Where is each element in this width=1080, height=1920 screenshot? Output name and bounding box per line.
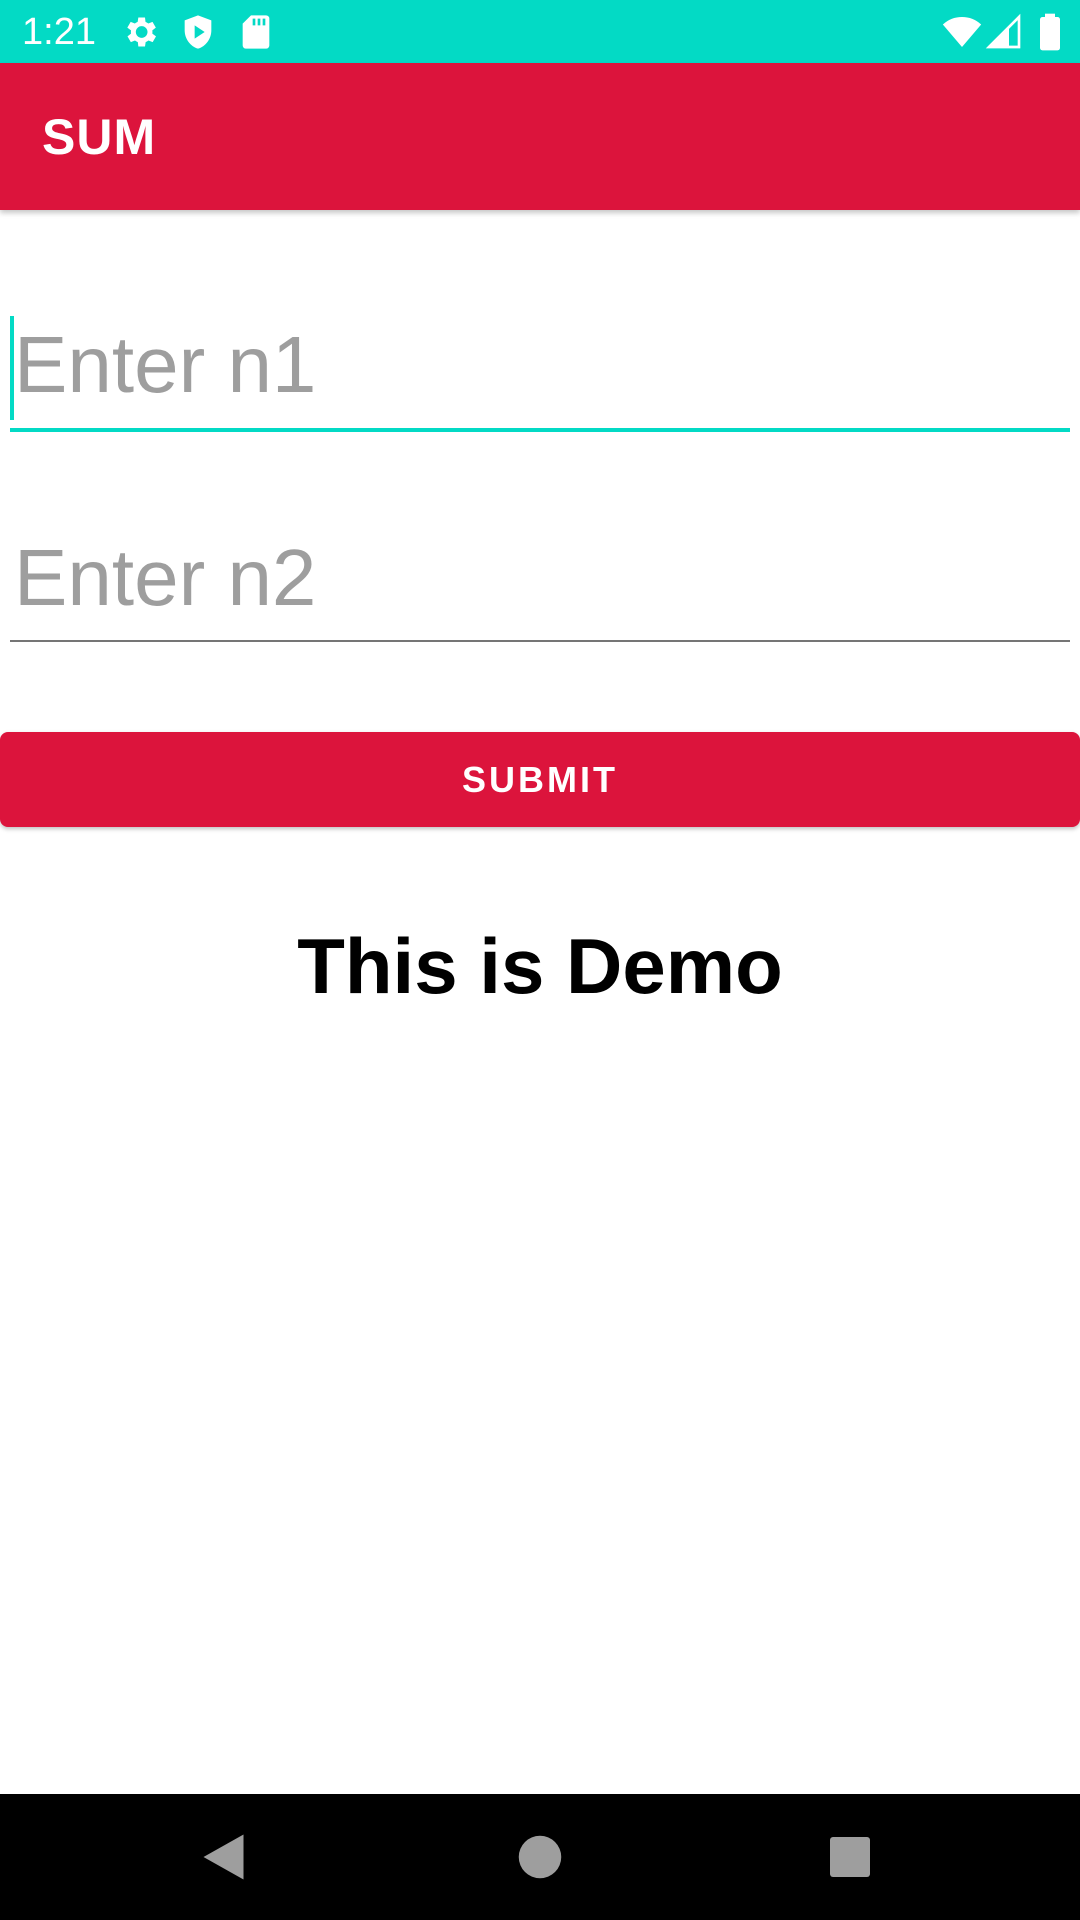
n1-field[interactable] (10, 302, 1070, 432)
shield-play-icon (178, 12, 218, 52)
sd-card-icon (236, 12, 276, 52)
n2-input[interactable] (10, 516, 1070, 640)
status-time: 1:21 (22, 11, 96, 53)
text-cursor (10, 316, 14, 420)
recents-icon[interactable] (820, 1827, 880, 1887)
wifi-icon (942, 12, 982, 52)
cell-signal-icon (984, 12, 1024, 52)
status-bar: 1:21 (0, 0, 1080, 63)
app-screen: 1:21 SUM SUBMIT This is Demo (0, 0, 1080, 1920)
result-text: This is Demo (297, 922, 783, 1010)
navigation-bar (0, 1794, 1080, 1920)
battery-icon (1030, 12, 1070, 52)
gear-icon (120, 12, 160, 52)
home-icon[interactable] (510, 1827, 570, 1887)
n2-field[interactable] (10, 516, 1070, 642)
app-title: SUM (42, 109, 157, 165)
n1-input[interactable] (10, 302, 1070, 428)
back-icon[interactable] (196, 1827, 256, 1887)
submit-button[interactable]: SUBMIT (0, 732, 1080, 827)
app-bar: SUM (0, 63, 1080, 210)
